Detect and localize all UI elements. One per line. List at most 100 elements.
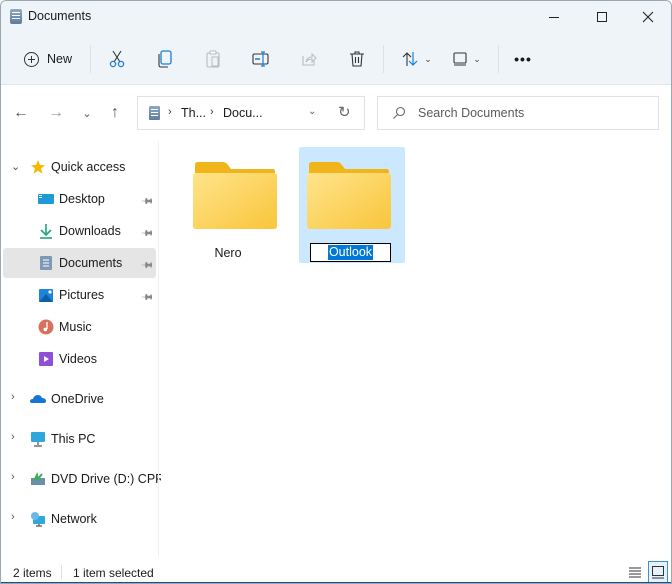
sidebar-item-quick-access[interactable]: ⌄ Quick access	[3, 152, 156, 182]
search-input[interactable]: Search Documents	[418, 106, 524, 120]
chevron-right-icon[interactable]: ›	[11, 391, 15, 403]
title-bar: Documents	[1, 1, 671, 33]
details-view-button[interactable]	[625, 561, 645, 583]
folder-icon	[193, 162, 277, 229]
delete-button[interactable]	[339, 43, 375, 75]
paste-button[interactable]	[195, 43, 231, 75]
network-icon	[31, 512, 45, 527]
toolbar-divider	[383, 45, 384, 73]
sidebar-item-downloads[interactable]: Downloads 🖈	[3, 216, 156, 246]
view-button[interactable]: ⌄	[447, 43, 487, 75]
sidebar-item-onedrive[interactable]: › OneDrive	[3, 384, 156, 414]
up-button[interactable]: ↑	[103, 101, 127, 125]
paste-icon	[206, 50, 220, 68]
new-button-label: New	[46, 52, 72, 66]
rename-button[interactable]	[243, 43, 279, 75]
onedrive-icon	[30, 395, 46, 403]
more-icon: •••	[514, 51, 532, 67]
breadcrumb-separator: ›	[210, 106, 214, 118]
close-icon	[642, 11, 654, 23]
search-box[interactable]: Search Documents	[377, 96, 659, 130]
search-icon	[393, 106, 406, 119]
sort-button[interactable]: ⌄	[395, 43, 439, 75]
copy-icon	[158, 50, 172, 68]
sidebar-item-desktop[interactable]: Desktop 🖈	[3, 184, 156, 214]
sidebar-item-documents[interactable]: Documents 🖈	[3, 248, 156, 278]
breadcrumb-separator: ›	[168, 106, 172, 118]
rename-input[interactable]: Outlook	[310, 243, 391, 262]
details-view-icon	[629, 567, 641, 578]
status-bar: 2 items 1 item selected	[1, 557, 671, 583]
chevron-down-icon[interactable]: ⌄	[11, 160, 20, 173]
breadcrumb-documents[interactable]: Docu...	[223, 106, 263, 120]
sidebar-item-label: OneDrive	[51, 392, 104, 406]
breadcrumb-this-pc[interactable]: Th...	[181, 106, 206, 120]
chevron-right-icon[interactable]: ›	[11, 471, 15, 483]
arrow-up-icon: ↑	[111, 104, 119, 121]
star-icon	[31, 160, 45, 174]
maximize-button[interactable]	[579, 1, 625, 33]
close-button[interactable]	[625, 1, 671, 33]
sidebar-item-videos[interactable]: Videos	[3, 344, 156, 374]
sidebar-item-dvd-drive[interactable]: › DVD Drive (D:) CPRA	[3, 464, 173, 494]
folder-item-nero[interactable]: Nero	[175, 147, 281, 263]
sidebar-item-label: Music	[59, 320, 92, 334]
documents-icon	[40, 256, 52, 270]
pane-splitter[interactable]	[158, 141, 159, 557]
file-explorer-window: Documents New ⌄ ⌄ ••• ← → ⌄ ↑ › Th... › …	[0, 0, 672, 584]
recent-locations-button[interactable]: ⌄	[75, 101, 99, 125]
back-button[interactable]: ←	[9, 101, 33, 125]
cut-button[interactable]	[99, 43, 135, 75]
new-button[interactable]: New	[15, 43, 81, 75]
downloads-icon	[40, 224, 52, 239]
sidebar-item-label: Downloads	[59, 224, 121, 238]
music-icon	[38, 319, 54, 335]
sidebar-item-label: Network	[51, 512, 97, 526]
copy-button[interactable]	[147, 43, 183, 75]
sidebar-item-label: DVD Drive (D:) CPRA	[51, 472, 173, 486]
folder-item-outlook[interactable]: Outlook	[299, 147, 405, 263]
pictures-icon	[39, 289, 53, 302]
large-icons-view-icon	[652, 565, 664, 578]
chevron-right-icon[interactable]: ›	[11, 431, 15, 443]
chevron-down-icon: ⌄	[473, 53, 481, 64]
sidebar-item-label: Pictures	[59, 288, 105, 302]
window-title: Documents	[28, 9, 92, 23]
toolbar-divider	[498, 45, 499, 73]
this-pc-icon	[31, 432, 45, 447]
share-button[interactable]	[291, 43, 327, 75]
desktop-icon	[38, 194, 54, 204]
rename-selected-text: Outlook	[327, 245, 374, 260]
command-bar: New ⌄ ⌄ •••	[1, 33, 671, 85]
minimize-icon	[549, 16, 559, 18]
sidebar-item-label: Videos	[59, 352, 97, 366]
share-icon	[302, 52, 317, 66]
sidebar-item-network[interactable]: › Network	[3, 504, 156, 534]
minimize-button[interactable]	[531, 1, 577, 33]
chevron-down-icon: ⌄	[424, 53, 432, 64]
arrow-left-icon: ←	[13, 104, 29, 121]
sidebar-item-label: Desktop	[59, 192, 105, 206]
sidebar-item-this-pc[interactable]: › This PC	[3, 424, 156, 454]
pin-icon: 🖈	[139, 193, 156, 209]
address-bar[interactable]: › Th... › Docu... ⌄ ↻	[137, 96, 365, 130]
folder-icon	[307, 162, 391, 229]
sort-icon	[402, 52, 418, 66]
more-options-button[interactable]: •••	[507, 43, 539, 75]
videos-icon	[39, 352, 53, 366]
arrow-right-icon: →	[48, 104, 64, 121]
refresh-button[interactable]: ↻	[338, 103, 351, 121]
documents-icon	[10, 9, 22, 24]
chevron-right-icon[interactable]: ›	[11, 511, 15, 523]
sidebar-item-music[interactable]: Music	[3, 312, 156, 342]
maximize-icon	[597, 12, 607, 22]
selection-count: 1 item selected	[73, 566, 154, 580]
sidebar-item-label: Quick access	[51, 160, 126, 174]
pin-icon: 🖈	[139, 289, 156, 305]
scissors-icon	[109, 50, 125, 68]
chevron-down-icon: ⌄	[82, 107, 92, 120]
address-dropdown-button[interactable]: ⌄	[308, 106, 316, 117]
sidebar-item-pictures[interactable]: Pictures 🖈	[3, 280, 156, 310]
large-icons-view-button[interactable]	[648, 561, 668, 583]
forward-button[interactable]: →	[44, 101, 68, 125]
